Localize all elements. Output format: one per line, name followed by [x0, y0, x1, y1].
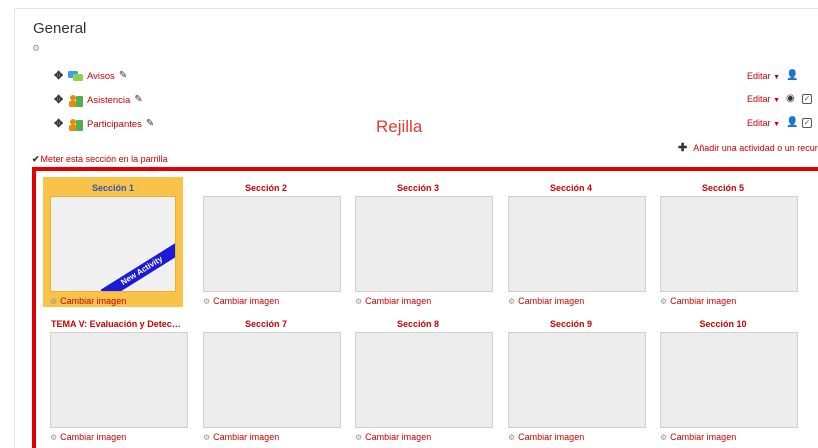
- activity-link-participantes[interactable]: Participantes: [87, 119, 142, 130]
- add-activity-link[interactable]: ✚ Añadir una actividad o un recur: [678, 141, 818, 154]
- pencil-icon[interactable]: ✎: [146, 119, 156, 129]
- move-icon[interactable]: ✥: [54, 119, 64, 130]
- section-tile-4[interactable]: Sección 4 ⚙ Cambiar imagen: [501, 177, 646, 307]
- change-image-link[interactable]: ⚙ Cambiar imagen: [508, 432, 584, 442]
- tile-image[interactable]: [508, 332, 646, 428]
- participants-icon: [69, 118, 83, 131]
- activity-asistencia: ✥ Asistencia ✎: [54, 92, 144, 108]
- gear-icon: ⚙: [355, 296, 363, 306]
- new-activity-ribbon: New Activity: [100, 242, 175, 291]
- move-icon[interactable]: ✥: [54, 71, 64, 82]
- activity-link-asistencia[interactable]: Asistencia: [87, 95, 130, 106]
- group-mode-icon[interactable]: ◉: [786, 94, 796, 104]
- section-tile-6[interactable]: TEMA V: Evaluación y Detecci... ⚙ Cambiar…: [43, 313, 188, 443]
- tile-title: Sección 10: [699, 319, 747, 329]
- tile-title: Sección 8: [396, 319, 440, 329]
- tile-title: TEMA V: Evaluación y Detecci...: [51, 319, 183, 329]
- pencil-icon[interactable]: ✎: [134, 95, 144, 105]
- user-icon[interactable]: 👤: [786, 118, 798, 128]
- activity-participantes: ✥ Participantes ✎: [54, 116, 156, 132]
- section-tile-10[interactable]: Sección 10 ⚙ Cambiar imagen: [653, 313, 798, 443]
- move-icon[interactable]: ✥: [54, 95, 64, 106]
- change-image-link[interactable]: ⚙ Cambiar imagen: [203, 432, 279, 442]
- change-image-link[interactable]: ⚙ Cambiar imagen: [203, 296, 279, 306]
- tile-image[interactable]: [660, 332, 798, 428]
- change-image-link[interactable]: ⚙ Cambiar imagen: [660, 296, 736, 306]
- tile-image[interactable]: [355, 196, 493, 292]
- change-image-link[interactable]: ⚙ Cambiar imagen: [508, 296, 584, 306]
- change-image-link[interactable]: ⚙ Cambiar imagen: [50, 432, 126, 442]
- edit-dropdown[interactable]: Editar ▼: [747, 118, 780, 128]
- tile-image[interactable]: [660, 196, 798, 292]
- section-tile-1[interactable]: Sección 1 New Activity ⚙ Cambiar imagen: [43, 177, 183, 307]
- section-tile-8[interactable]: Sección 8 ⚙ Cambiar imagen: [348, 313, 493, 443]
- section-tile-3[interactable]: Sección 3 ⚙ Cambiar imagen: [348, 177, 493, 307]
- edit-dropdown[interactable]: Editar ▼: [747, 71, 780, 81]
- edit-menu-participantes: Editar ▼ 👤 ✓: [747, 116, 812, 130]
- edit-menu-avisos: Editar ▼ 👤: [747, 69, 798, 83]
- gear-icon: ⚙: [203, 432, 211, 442]
- edit-dropdown[interactable]: Editar ▼: [747, 94, 780, 104]
- completion-checkbox-icon[interactable]: ✓: [802, 94, 812, 104]
- tile-title: Sección 2: [244, 183, 288, 193]
- gear-icon: ⚙: [203, 296, 211, 306]
- activity-link-avisos[interactable]: Avisos: [87, 71, 115, 82]
- user-icon[interactable]: 👤: [786, 71, 798, 81]
- plus-icon: ✚: [678, 142, 688, 154]
- completion-checkbox-icon[interactable]: ✓: [802, 118, 812, 128]
- section-title: General: [33, 20, 87, 37]
- tile-image[interactable]: [355, 332, 493, 428]
- change-image-link[interactable]: ⚙ Cambiar imagen: [355, 296, 431, 306]
- attendance-icon: [69, 94, 83, 107]
- tile-title: Sección 5: [701, 183, 745, 193]
- tile-image[interactable]: New Activity: [50, 196, 176, 292]
- section-tile-2[interactable]: Sección 2 ⚙ Cambiar imagen: [196, 177, 341, 307]
- gear-icon: ⚙: [660, 296, 668, 306]
- change-image-link[interactable]: ⚙ Cambiar imagen: [660, 432, 736, 442]
- tile-title: Sección 7: [244, 319, 288, 329]
- tile-title: Sección 3: [396, 183, 440, 193]
- gear-icon: ⚙: [508, 296, 516, 306]
- tile-image[interactable]: [50, 332, 188, 428]
- change-image-link[interactable]: ⚙ Cambiar imagen: [50, 296, 126, 306]
- gear-icon: ⚙: [660, 432, 668, 442]
- tile-title: Sección 9: [549, 319, 593, 329]
- pencil-icon[interactable]: ✎: [119, 71, 129, 81]
- tile-title: Sección 1: [91, 183, 135, 193]
- edit-menu-asistencia: Editar ▼ ◉ ✓: [747, 92, 812, 106]
- change-image-link[interactable]: ⚙ Cambiar imagen: [355, 432, 431, 442]
- gear-icon[interactable]: ⚙: [32, 44, 40, 53]
- section-tile-9[interactable]: Sección 9 ⚙ Cambiar imagen: [501, 313, 646, 443]
- section-tile-5[interactable]: Sección 5 ⚙ Cambiar imagen: [653, 177, 798, 307]
- forum-icon: [68, 70, 83, 81]
- check-icon: ✔: [32, 154, 40, 164]
- activity-avisos: ✥ Avisos ✎: [54, 68, 129, 84]
- tile-image[interactable]: [203, 196, 341, 292]
- gear-icon: ⚙: [50, 432, 58, 442]
- tile-title: Sección 4: [549, 183, 593, 193]
- annotation-label: Rejilla: [376, 117, 423, 136]
- tile-image[interactable]: [203, 332, 341, 428]
- meter-seccion-link[interactable]: ✔Meter esta sección en la parrilla: [32, 154, 168, 165]
- gear-icon: ⚙: [355, 432, 363, 442]
- tile-image[interactable]: [508, 196, 646, 292]
- gear-icon: ⚙: [508, 432, 516, 442]
- section-tile-7[interactable]: Sección 7 ⚙ Cambiar imagen: [196, 313, 341, 443]
- gear-icon: ⚙: [50, 296, 58, 306]
